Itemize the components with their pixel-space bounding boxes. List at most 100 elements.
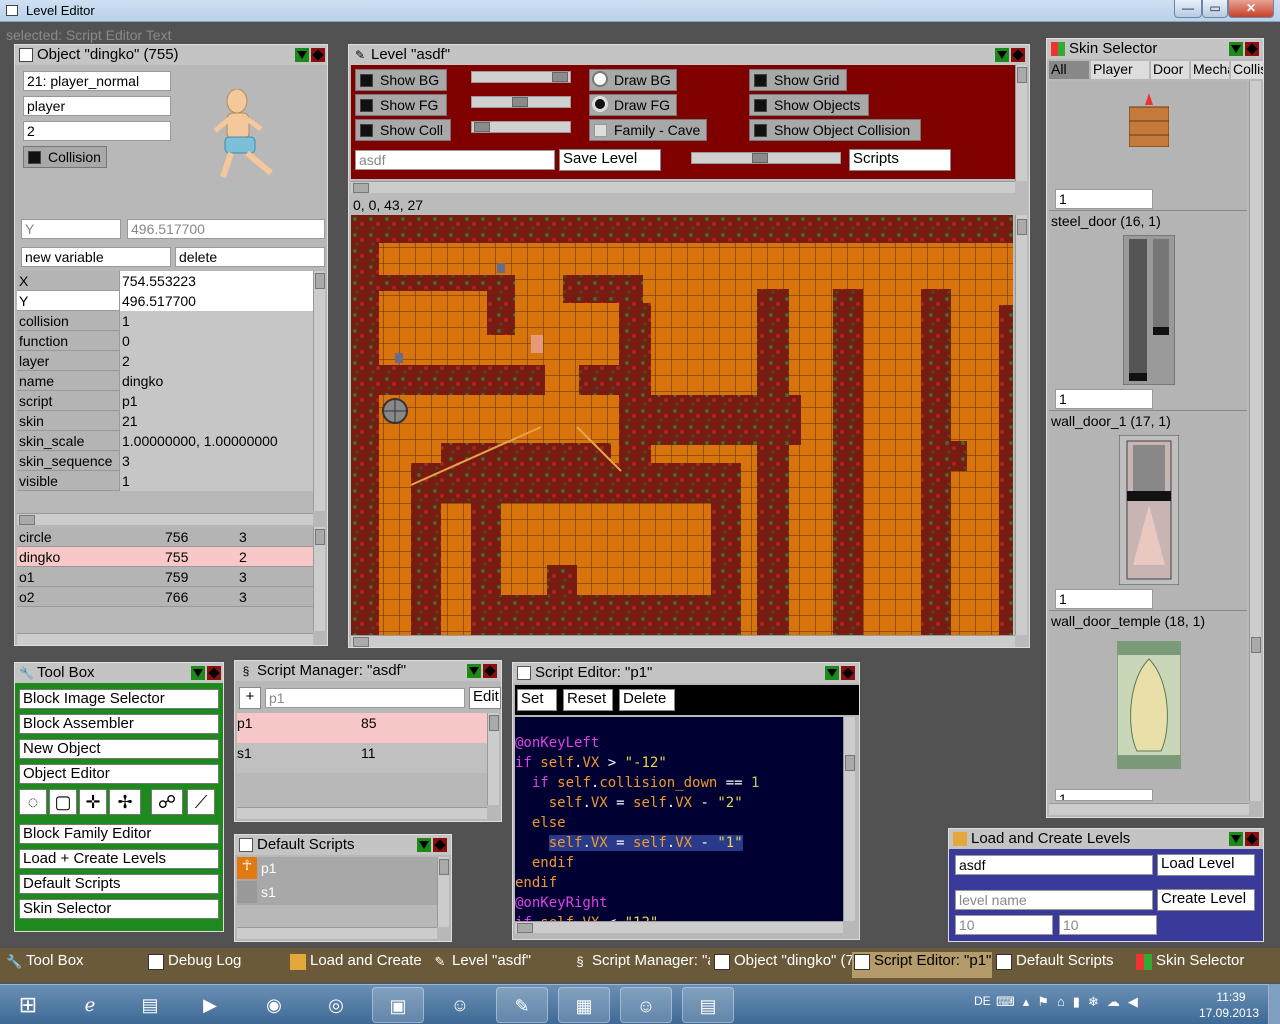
fg-opacity-slider[interactable] <box>471 96 571 108</box>
tab-collision[interactable]: Collisi <box>1231 61 1263 79</box>
default-scripts-button[interactable]: Default Scripts <box>19 874 219 894</box>
script-manager-header[interactable]: § Script Manager: "asdf" <box>235 661 501 681</box>
show-desktop-button[interactable] <box>1268 984 1280 1024</box>
layer-field[interactable]: 2 <box>23 121 171 141</box>
tab-skin-selector[interactable]: Skin Selector <box>1134 952 1276 978</box>
properties-scrollbar[interactable] <box>313 271 325 511</box>
list-item[interactable]: circle 756 3 <box>17 527 313 547</box>
paint-app-icon[interactable]: ▦ <box>558 987 610 1023</box>
pivot-tool-icon[interactable]: ✢ <box>109 789 141 815</box>
internet-explorer-icon[interactable]: ℯ <box>64 987 116 1023</box>
o2-object[interactable] <box>395 353 403 363</box>
code-editor-hscrollbar[interactable] <box>515 921 843 933</box>
objects-scrollbar[interactable] <box>313 527 325 631</box>
load-level-button[interactable]: Load Level <box>1157 854 1255 876</box>
load-create-levels-button[interactable]: Load + Create Levels <box>19 849 219 869</box>
skin-field[interactable]: 21: player_normal <box>23 71 171 91</box>
load-create-header[interactable]: Load and Create Levels <box>949 829 1263 849</box>
skin-list-scrollbar[interactable] <box>1249 81 1261 801</box>
skin-count-field[interactable]: 1 <box>1055 389 1153 409</box>
default-script-row[interactable]: ☥ p1 <box>237 857 437 881</box>
bg-opacity-slider[interactable] <box>471 71 571 83</box>
table-row[interactable]: script p1 <box>17 391 315 411</box>
tab-default-scripts[interactable]: Default Scripts <box>994 952 1132 978</box>
tab-door[interactable]: Door <box>1151 61 1189 79</box>
tab-player[interactable]: Player <box>1091 61 1149 79</box>
close-button[interactable]: ✕ <box>1228 0 1274 18</box>
table-row[interactable]: skin 21 <box>17 411 315 431</box>
toolbar-scrollbar[interactable] <box>1015 65 1027 181</box>
save-level-button[interactable]: Save Level <box>559 149 661 171</box>
property-value-field[interactable]: 496.517700 <box>127 219 325 239</box>
level-name-field[interactable]: asdf <box>355 150 555 170</box>
coll-opacity-slider[interactable] <box>471 121 571 133</box>
script-row[interactable]: p1 85 <box>237 713 487 743</box>
skin-item[interactable]: wall_door_1 (17, 1) 1 <box>1049 413 1247 611</box>
table-row[interactable]: skin_scale 1.00000000, 1.00000000 <box>17 431 315 451</box>
block-assembler-button[interactable]: Block Assembler <box>19 714 219 734</box>
delete-script-button[interactable]: Delete <box>619 689 675 711</box>
tab-mecha[interactable]: Mecha <box>1191 61 1229 79</box>
document-app-icon[interactable]: ▤ <box>682 987 734 1023</box>
draw-bg-radio[interactable]: Draw BG <box>589 69 677 91</box>
skin-selector-button[interactable]: Skin Selector <box>19 899 219 919</box>
draw-fg-radio[interactable]: Draw FG <box>589 94 677 116</box>
list-item[interactable]: o2 766 3 <box>17 587 313 607</box>
close-panel-icon[interactable] <box>1245 832 1259 846</box>
firefox-icon[interactable]: ◉ <box>248 987 300 1023</box>
new-level-name-field[interactable]: level name <box>955 890 1153 910</box>
scripts-button[interactable]: Scripts <box>849 149 951 171</box>
explorer-folder-icon[interactable]: ▤ <box>124 987 176 1023</box>
table-row[interactable]: visible 1 <box>17 471 315 491</box>
tab-all[interactable]: All <box>1049 61 1089 79</box>
start-button-icon[interactable]: ⊞ <box>2 987 54 1023</box>
blitzmax-icon[interactable]: ▣ <box>372 987 424 1023</box>
skin-selector-header[interactable]: Skin Selector <box>1047 39 1263 59</box>
new-variable-button[interactable]: new variable <box>21 247 171 267</box>
level-height-field[interactable]: 10 <box>1059 915 1157 935</box>
tab-level[interactable]: ✎ Level "asdf" <box>430 952 568 978</box>
tab-script-manager[interactable]: § Script Manager: "a <box>570 952 710 978</box>
create-level-button[interactable]: Create Level <box>1157 889 1255 911</box>
table-row[interactable]: Y 496.517700 <box>17 291 315 311</box>
block-family-editor-button[interactable]: Block Family Editor <box>19 824 219 844</box>
skin-item[interactable]: 1 <box>1049 81 1247 211</box>
delete-variable-button[interactable]: delete <box>175 247 325 267</box>
skin-item[interactable]: steel_door (16, 1) 1 <box>1049 213 1247 411</box>
people-tool-icon[interactable]: ☍ <box>151 789 183 815</box>
o1-object[interactable] <box>497 263 505 273</box>
list-item-selected[interactable]: dingko 755 2 <box>17 547 313 567</box>
new-object-button[interactable]: New Object <box>19 739 219 759</box>
close-panel-icon[interactable] <box>207 666 221 680</box>
default-scripts-scrollbar[interactable] <box>437 857 449 927</box>
tab-object[interactable]: Object "dingko" (7 <box>712 952 852 978</box>
clock-time[interactable]: 11:39 <box>1206 990 1256 1004</box>
level-width-field[interactable]: 10 <box>955 915 1053 935</box>
show-objects-checkbox[interactable]: Show Objects <box>749 94 869 116</box>
tab-load-create[interactable]: Load and Create L <box>288 952 426 978</box>
monkey-app-icon[interactable]: ☺ <box>434 987 486 1023</box>
show-grid-checkbox[interactable]: Show Grid <box>749 69 847 91</box>
properties-hscrollbar[interactable] <box>17 513 313 525</box>
level-hscrollbar[interactable] <box>351 635 1015 647</box>
toolbox-header[interactable]: 🔧 Tool Box <box>15 663 223 683</box>
gimp-icon[interactable]: ✎ <box>496 987 548 1023</box>
code-editor-scrollbar[interactable] <box>843 717 855 921</box>
script-name-field[interactable]: p1 <box>265 688 465 708</box>
lasso-tool-icon[interactable]: ◌ <box>19 789 47 815</box>
table-row[interactable]: layer 2 <box>17 351 315 371</box>
default-script-row[interactable]: s1 <box>237 881 437 905</box>
skin-count-field[interactable]: 1 <box>1055 789 1153 801</box>
skin-count-field[interactable]: 1 <box>1055 589 1153 609</box>
language-indicator[interactable]: DE <box>974 994 991 1008</box>
close-panel-icon[interactable] <box>483 664 497 678</box>
skin-item[interactable]: wall_door_temple (18, 1) 1 <box>1049 613 1247 801</box>
object-panel-header[interactable]: Object "dingko" (755) <box>15 45 327 65</box>
tab-debug-log[interactable]: Debug Log <box>146 952 284 978</box>
collapse-icon[interactable] <box>295 48 309 62</box>
collapse-icon[interactable] <box>825 666 839 680</box>
tray-icons[interactable]: ⌨▴⚑⌂▮❄☁◀ <box>996 994 1146 1010</box>
level-vscrollbar[interactable] <box>1015 215 1027 635</box>
maximize-button[interactable]: ▭ <box>1202 0 1228 18</box>
type-field[interactable]: player <box>23 96 171 116</box>
